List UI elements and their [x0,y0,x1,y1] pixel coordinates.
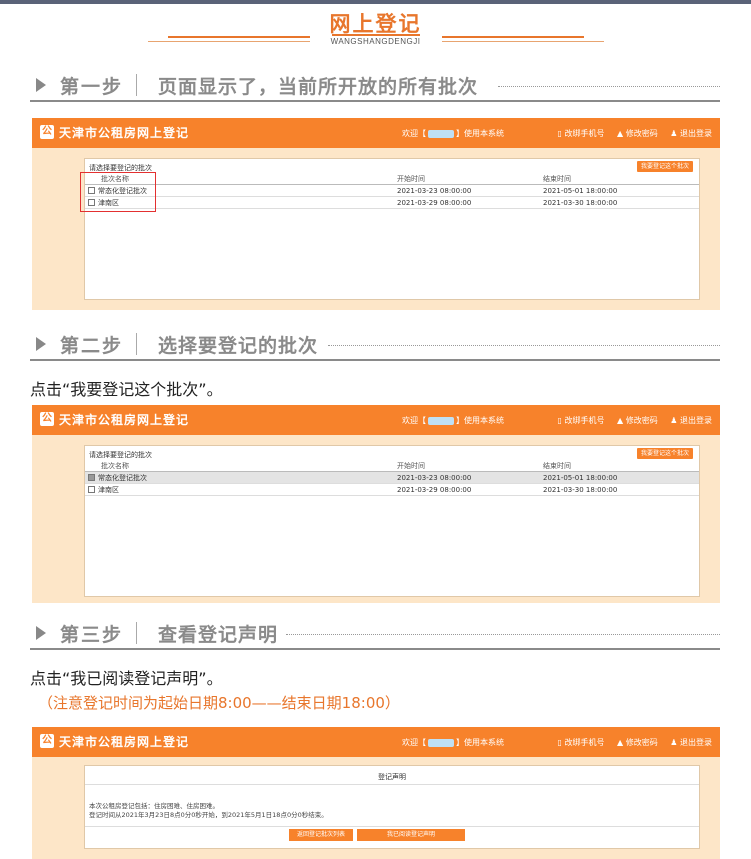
col-batch-name: 批次名称 [85,460,394,472]
read-declaration-button[interactable]: 我已阅读登记声明 [357,829,465,841]
end-time: 2021-05-01 18:00:00 [540,184,699,197]
app-name: 天津市公租房网上登记 [59,126,190,140]
declaration-body: 本次公租房登记包括：住房困难、住房困难。 登记时间从2021年3月23日8点0分… [89,802,328,820]
top-border [0,0,751,4]
declaration-line2: 登记时间从2021年3月23日8点0分0秒开始，到2021年5月1日18点0分0… [89,811,328,819]
step-1-heading: 第一步 页面显示了，当前所开放的所有批次 [30,68,720,102]
page-subtitle: WANGSHANGDENGJI [330,37,421,46]
logout-link[interactable]: ♟ 退出登录 [670,738,712,747]
divider [85,826,699,827]
app-logo-icon: 公 [40,125,54,139]
end-time: 2021-05-01 18:00:00 [540,471,699,484]
screenshot-step1: 公 天津市公租房网上登记 欢迎【 】使用本系统 ▯ 改绑手机号 ▲ 修改密码 ♟ … [32,118,720,310]
time-note: （注意登记时间为起始日期8:00——结束日期18:00） [38,694,400,712]
declaration-line1: 本次公租房登记包括：住房困难、住房困难。 [89,802,219,810]
app-logo-icon: 公 [40,412,54,426]
start-time: 2021-03-29 08:00:00 [394,483,540,496]
step-divider [136,74,137,96]
table-row[interactable]: 津南区 2021-03-29 08:00:00 2021-03-30 18:00… [85,483,699,496]
step-number: 第一步 [60,76,124,98]
header-links: ▯ 改绑手机号 ▲ 修改密码 ♟ 退出登录 [548,415,712,426]
welcome-text: 欢迎【 】使用本系统 [402,738,504,747]
start-time: 2021-03-23 08:00:00 [394,471,540,484]
step-rule [30,648,720,650]
title-underline [332,34,420,36]
step-divider [136,622,137,644]
dotted-leader [286,634,720,635]
screenshot-step2: 公 天津市公租房网上登记 欢迎【 】使用本系统 ▯ 改绑手机号 ▲ 修改密码 ♟ … [32,405,720,603]
step-rule [30,100,720,102]
col-start-time: 开始时间 [394,460,540,472]
bind-phone-link[interactable]: ▯ 改绑手机号 [558,416,605,425]
change-password-link[interactable]: ▲ 修改密码 [617,129,658,138]
table-header: 批次名称 开始时间 结束时间 [85,460,699,472]
batch-panel: 请选择要登记的批次 我要登记这个批次 批次名称 开始时间 结束时间 常态化登记批… [84,158,700,300]
batch-name: 常态化登记批次 [98,473,147,482]
start-time: 2021-03-29 08:00:00 [394,196,540,209]
table-row-selected[interactable]: 常态化登记批次 2021-03-23 08:00:00 2021-05-01 1… [85,471,699,484]
col-start-time: 开始时间 [394,173,540,185]
app-header-bar: 公 天津市公租房网上登记 欢迎【 】使用本系统 ▯ 改绑手机号 ▲ 修改密码 ♟ … [32,405,720,435]
start-time: 2021-03-23 08:00:00 [394,184,540,197]
step-number: 第三步 [60,624,124,646]
divider [85,784,699,785]
step-description: 页面显示了，当前所开放的所有批次 [158,76,479,98]
table-row[interactable]: 常态化登记批次 2021-03-23 08:00:00 2021-05-01 1… [85,184,699,197]
batch-table: 批次名称 开始时间 结束时间 常态化登记批次 2021-03-23 08:00:… [85,173,699,209]
highlight-box [80,172,156,212]
declaration-title: 登记声明 [378,773,406,781]
register-batch-button[interactable]: 我要登记这个批次 [637,448,693,459]
step-description: 查看登记声明 [158,624,279,646]
app-logo-icon: 公 [40,734,54,748]
change-password-link[interactable]: ▲ 修改密码 [617,416,658,425]
col-end-time: 结束时间 [540,460,699,472]
triangle-icon [36,337,46,351]
table-row[interactable]: 津南区 2021-03-29 08:00:00 2021-03-30 18:00… [85,196,699,209]
header-links: ▯ 改绑手机号 ▲ 修改密码 ♟ 退出登录 [548,128,712,139]
header-links: ▯ 改绑手机号 ▲ 修改密码 ♟ 退出登录 [548,737,712,748]
row-checkbox-checked[interactable] [88,474,95,481]
register-batch-button[interactable]: 我要登记这个批次 [637,161,693,172]
dotted-leader [328,345,720,346]
back-to-batch-list-button[interactable]: 返回登记批次列表 [289,829,353,841]
batch-table: 批次名称 开始时间 结束时间 常态化登记批次 2021-03-23 08:00:… [85,460,699,496]
step-3-heading: 第三步 查看登记声明 [30,616,720,650]
step-rule [30,359,720,361]
welcome-text: 欢迎【 】使用本系统 [402,416,504,425]
logout-link[interactable]: ♟ 退出登录 [670,129,712,138]
dotted-leader [498,86,720,87]
instruction-step3: 点击“我已阅读登记声明”。 [30,669,223,688]
end-time: 2021-03-30 18:00:00 [540,483,699,496]
end-time: 2021-03-30 18:00:00 [540,196,699,209]
col-end-time: 结束时间 [540,173,699,185]
step-2-heading: 第二步 选择要登记的批次 [30,327,720,361]
batch-panel: 请选择要登记的批次 我要登记这个批次 批次名称 开始时间 结束时间 常态化登记批… [84,445,700,597]
table-header: 批次名称 开始时间 结束时间 [85,173,699,185]
instruction-step2: 点击“我要登记这个批次”。 [30,380,223,399]
declaration-panel: 登记声明 本次公租房登记包括：住房困难、住房困难。 登记时间从2021年3月23… [84,765,700,849]
app-header-bar: 公 天津市公租房网上登记 欢迎【 】使用本系统 ▯ 改绑手机号 ▲ 修改密码 ♟ … [32,118,720,148]
row-checkbox[interactable] [88,486,95,493]
change-password-link[interactable]: ▲ 修改密码 [617,738,658,747]
app-name: 天津市公租房网上登记 [59,413,190,427]
app-name: 天津市公租房网上登记 [59,735,190,749]
batch-name: 津南区 [98,485,119,494]
triangle-icon [36,78,46,92]
bind-phone-link[interactable]: ▯ 改绑手机号 [558,738,605,747]
app-header-bar: 公 天津市公租房网上登记 欢迎【 】使用本系统 ▯ 改绑手机号 ▲ 修改密码 ♟ … [32,727,720,757]
panel-title: 请选择要登记的批次 [89,451,152,459]
welcome-text: 欢迎【 】使用本系统 [402,129,504,138]
bind-phone-link[interactable]: ▯ 改绑手机号 [558,129,605,138]
logout-link[interactable]: ♟ 退出登录 [670,416,712,425]
screenshot-step3: 公 天津市公租房网上登记 欢迎【 】使用本系统 ▯ 改绑手机号 ▲ 修改密码 ♟ … [32,727,720,859]
triangle-icon [36,626,46,640]
step-number: 第二步 [60,335,124,357]
step-description: 选择要登记的批次 [158,335,319,357]
step-divider [136,333,137,355]
